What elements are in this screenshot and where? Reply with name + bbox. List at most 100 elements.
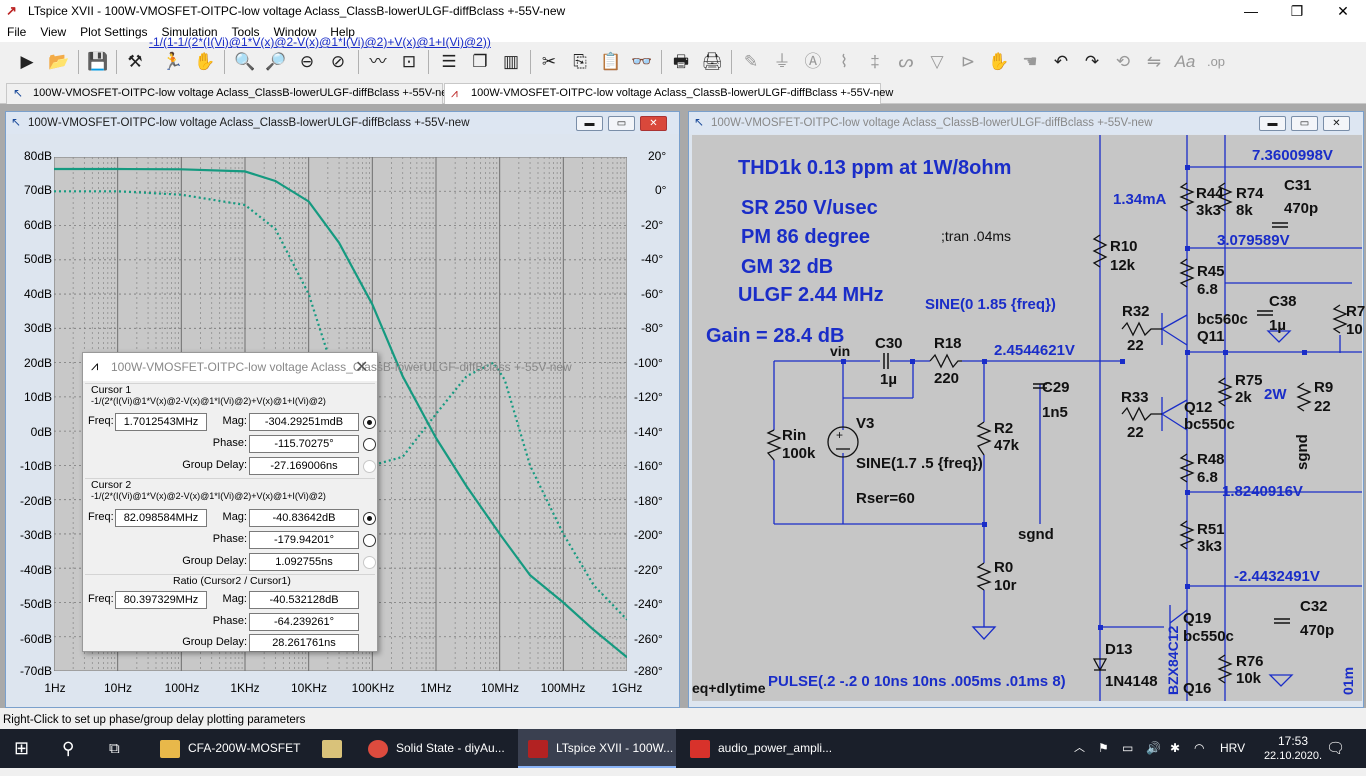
window-scale-icon[interactable]: ⊡ [396,49,422,75]
cursor1-phase[interactable]: -115.70275° [249,435,359,453]
component-ref[interactable]: R48 [1197,451,1225,468]
component-ref[interactable]: C38 [1269,293,1297,310]
component-value[interactable]: bc550c [1184,416,1235,433]
component-value[interactable]: 470p [1300,622,1334,639]
component-value[interactable]: 3k3 [1196,202,1221,219]
search-icon[interactable]: ⚲ [62,729,74,768]
tab-waveform[interactable]: ⩘ 100W-VMOSFET-OITPC-low voltage Aclass_… [444,83,893,104]
tile-horizontal-icon[interactable]: ☰ [436,49,462,75]
zener-label[interactable]: BZX84C12 [1165,626,1181,695]
start-icon[interactable]: ⊞ [14,729,29,768]
net-sgnd[interactable]: sgnd [1018,526,1054,543]
zoom-full-icon[interactable]: 🔎 [263,49,289,75]
spice-directive-icon[interactable]: .op [1203,49,1229,75]
zoom-in-icon[interactable]: 🔍 [232,49,258,75]
component-value[interactable]: 220 [934,370,959,387]
power-label[interactable]: 2W [1264,386,1287,403]
chevron-up-icon[interactable]: ︿ [1074,729,1085,768]
cursor-dialog[interactable]: ⩘ 100W-VMOSFET-OITPC-low voltage Aclass_… [82,352,572,652]
component-value[interactable]: 10r [994,577,1017,594]
component-ref[interactable]: C32 [1300,598,1328,615]
print-setup-icon[interactable]: 🖨 [699,49,725,75]
component-ref[interactable]: R10 [1110,238,1138,255]
taskbar-app-pdf[interactable]: audio_power_ampli... [680,729,838,768]
edge-label[interactable]: 01m [1340,667,1356,695]
cursor2-freq[interactable]: 82.098584MHz [115,509,207,527]
pan-hand-icon[interactable]: ✋ [192,49,218,75]
menu-plot-settings[interactable]: Plot Settings [73,23,154,39]
network-tray-icon[interactable]: ⚑ [1098,729,1109,768]
voltage-label[interactable]: 2.4544621V [994,342,1075,359]
taskbar-app-media[interactable] [310,729,355,768]
zoom-cancel-icon[interactable]: ⊘ [325,49,351,75]
sine-source-text[interactable]: SINE(0 1.85 {freq}) [925,296,1056,313]
component-value[interactable]: 10k [1236,670,1261,687]
component-value[interactable]: 470p [1284,200,1318,217]
inductor-icon[interactable]: ᔕ [893,49,919,75]
maximize-button[interactable]: ▭ [1291,116,1318,131]
cursor1-phase-radio[interactable] [363,438,376,451]
maximize-button[interactable]: ▭ [608,116,635,131]
open-folder-icon[interactable]: 📂 [46,49,72,75]
component-value[interactable]: 1µ [1269,317,1286,334]
component-ref[interactable]: R44 [1196,185,1224,202]
component-ref[interactable]: Q11 [1197,328,1225,345]
note-thd[interactable]: THD1k 0.13 ppm at 1W/8ohm [738,157,1011,180]
component-value[interactable]: bc560c [1197,311,1248,328]
mirror-icon[interactable]: ⇋ [1141,49,1167,75]
voltage-label[interactable]: 3.079589V [1217,232,1290,249]
component-ref[interactable]: C29 [1042,379,1070,396]
component-ref[interactable]: R9 [1314,379,1333,396]
component-ref[interactable]: R51 [1197,521,1225,538]
control-panel-icon[interactable]: ⚒ [122,49,148,75]
note-sr[interactable]: SR 250 V/usec [741,197,878,220]
cursor1-group-delay[interactable]: -27.169006ns [249,457,359,475]
current-label[interactable]: 1.34mA [1113,191,1166,208]
component-ref[interactable]: R0 [994,559,1013,576]
ratio-mag[interactable]: -40.532128dB [249,591,359,609]
redo-icon[interactable]: ↷ [1079,49,1105,75]
cursor2-mag[interactable]: -40.83642dB [249,509,359,527]
note-dly[interactable]: eq+dlytime [692,680,766,696]
close-button[interactable]: ✕ [1320,0,1366,23]
component-ref[interactable]: R2 [994,420,1013,437]
undo-icon[interactable]: ↶ [1048,49,1074,75]
close-button[interactable]: ✕ [1323,116,1350,131]
resistor-icon[interactable]: ⌇ [831,49,857,75]
cursor1-freq[interactable]: 1.7012543MHz [115,413,207,431]
voltage-label[interactable]: 7.3600998V [1252,147,1333,164]
ratio-group-delay[interactable]: 28.261761ns [249,634,359,652]
component-value[interactable]: 22 [1314,398,1331,415]
rser-label[interactable]: Rser=60 [856,490,915,507]
component-value[interactable]: 6.8 [1197,281,1218,298]
component-ref[interactable]: R74 [1236,185,1264,202]
ratio-freq[interactable]: 80.397329MHz [115,591,207,609]
tran-directive[interactable]: ;tran .04ms [941,228,1011,244]
text-icon[interactable]: Aa [1172,49,1198,75]
minimize-button[interactable]: ▬ [576,116,603,131]
pulse-source-text[interactable]: PULSE(.2 -.2 0 10ns 10ns .005ms .01ms 8) [768,673,1066,690]
component-ref[interactable]: C30 [875,335,903,352]
draw-wire-icon[interactable]: ✎ [738,49,764,75]
run-man-icon[interactable]: 🏃 [160,49,186,75]
notifications-icon[interactable]: 🗨 [1326,729,1345,768]
component-value[interactable]: bc550c [1183,628,1234,645]
taskbar-app-chrome[interactable]: Solid State - diyAu... [358,729,516,768]
capacitor-icon[interactable]: ‡ [862,49,888,75]
volume-icon[interactable]: 🔊 [1146,729,1161,768]
cursor2-group-delay[interactable]: 1.092755ns [249,553,359,571]
run-icon[interactable]: ▶ [14,49,40,75]
component-value[interactable]: 1µ [880,371,897,388]
cursor1-gd-radio[interactable] [363,460,376,473]
voltage-label[interactable]: -2.4432491V [1234,568,1320,585]
component-ref[interactable]: R76 [1236,653,1264,670]
find-icon[interactable]: 👓 [629,49,655,75]
bluetooth-icon[interactable]: ✱ [1170,729,1180,768]
label-net-icon[interactable]: Ⓐ [800,49,826,75]
note-gain[interactable]: Gain = 28.4 dB [706,325,844,348]
print-icon[interactable]: 🖶 [668,49,694,75]
minimize-button[interactable]: ▬ [1259,116,1286,131]
component-ref[interactable]: Rin [782,427,806,444]
battery-icon[interactable]: ▭ [1122,729,1133,768]
maximize-button[interactable]: ❐ [1274,0,1320,23]
